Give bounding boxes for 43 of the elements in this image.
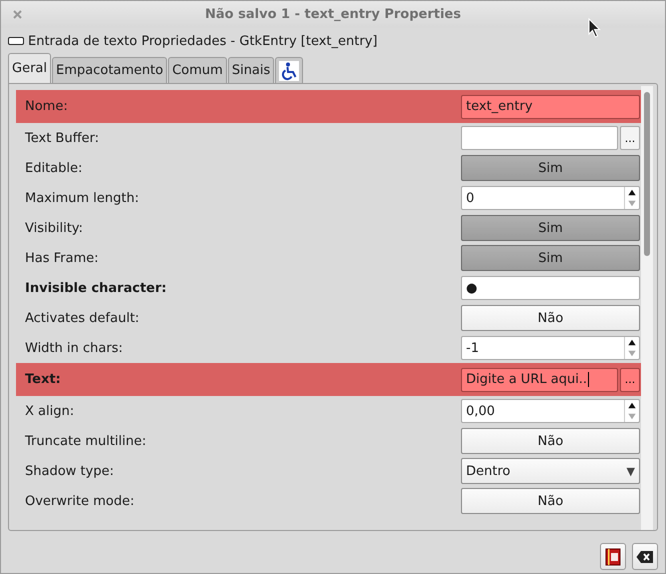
toggle-button[interactable]: Não	[461, 428, 640, 454]
backspace-icon[interactable]	[632, 543, 658, 570]
property-label: X align:	[25, 404, 76, 418]
property-label: Maximum length:	[25, 190, 140, 206]
toggle-button[interactable]: Sim	[461, 155, 640, 181]
more-button[interactable]: ...	[620, 126, 640, 150]
window-title: Não salvo 1 - text_entry Properties	[205, 7, 461, 22]
toggle-button[interactable]: Não	[461, 305, 640, 331]
text-field[interactable]: text_entry	[461, 94, 640, 118]
mouse-cursor-icon	[588, 18, 601, 38]
property-label: Visibility:	[25, 220, 84, 236]
tab[interactable]	[275, 57, 304, 83]
property-label: Invisible character:	[25, 280, 168, 296]
property-label: Activates default:	[25, 310, 140, 326]
property-label: Overwrite mode:	[25, 494, 136, 508]
spin-field[interactable]: 0	[461, 186, 640, 210]
spin-field[interactable]: -1	[461, 336, 640, 360]
toggle-button[interactable]: Não	[461, 488, 640, 514]
text-field[interactable]: Digite a URL aqui..	[461, 368, 618, 392]
text-entry-icon	[8, 37, 24, 45]
property-label: Text Buffer:	[25, 130, 100, 146]
header-text: Entrada de texto Propriedades - GtkEntry [text_entry]	[28, 34, 378, 48]
text-field[interactable]: ●	[461, 276, 640, 300]
property-label: Width in chars:	[25, 340, 124, 356]
property-label: Has Frame:	[25, 250, 100, 266]
property-label: Shadow type:	[25, 464, 115, 478]
property-label: Text:	[25, 372, 62, 387]
property-label: Nome:	[25, 99, 69, 114]
tab[interactable]: Geral	[8, 53, 51, 83]
toggle-button[interactable]: Sim	[461, 215, 640, 241]
book-icon[interactable]	[600, 543, 626, 570]
property-label: Editable:	[25, 160, 84, 176]
dropdown[interactable]: Dentro ▼	[461, 458, 640, 484]
scrollbar[interactable]	[641, 86, 653, 530]
tab[interactable]: Empacotamento	[52, 57, 168, 83]
property-label: Truncate multiline:	[25, 434, 148, 448]
more-button[interactable]: ...	[620, 368, 640, 392]
tab[interactable]: Sinais	[228, 57, 274, 83]
spin-field[interactable]: 0,00	[461, 399, 640, 423]
text-field[interactable]	[461, 126, 618, 150]
wheelchair-icon	[279, 60, 300, 80]
toggle-button[interactable]: Sim	[461, 245, 640, 271]
tab[interactable]: Comum	[168, 57, 227, 83]
